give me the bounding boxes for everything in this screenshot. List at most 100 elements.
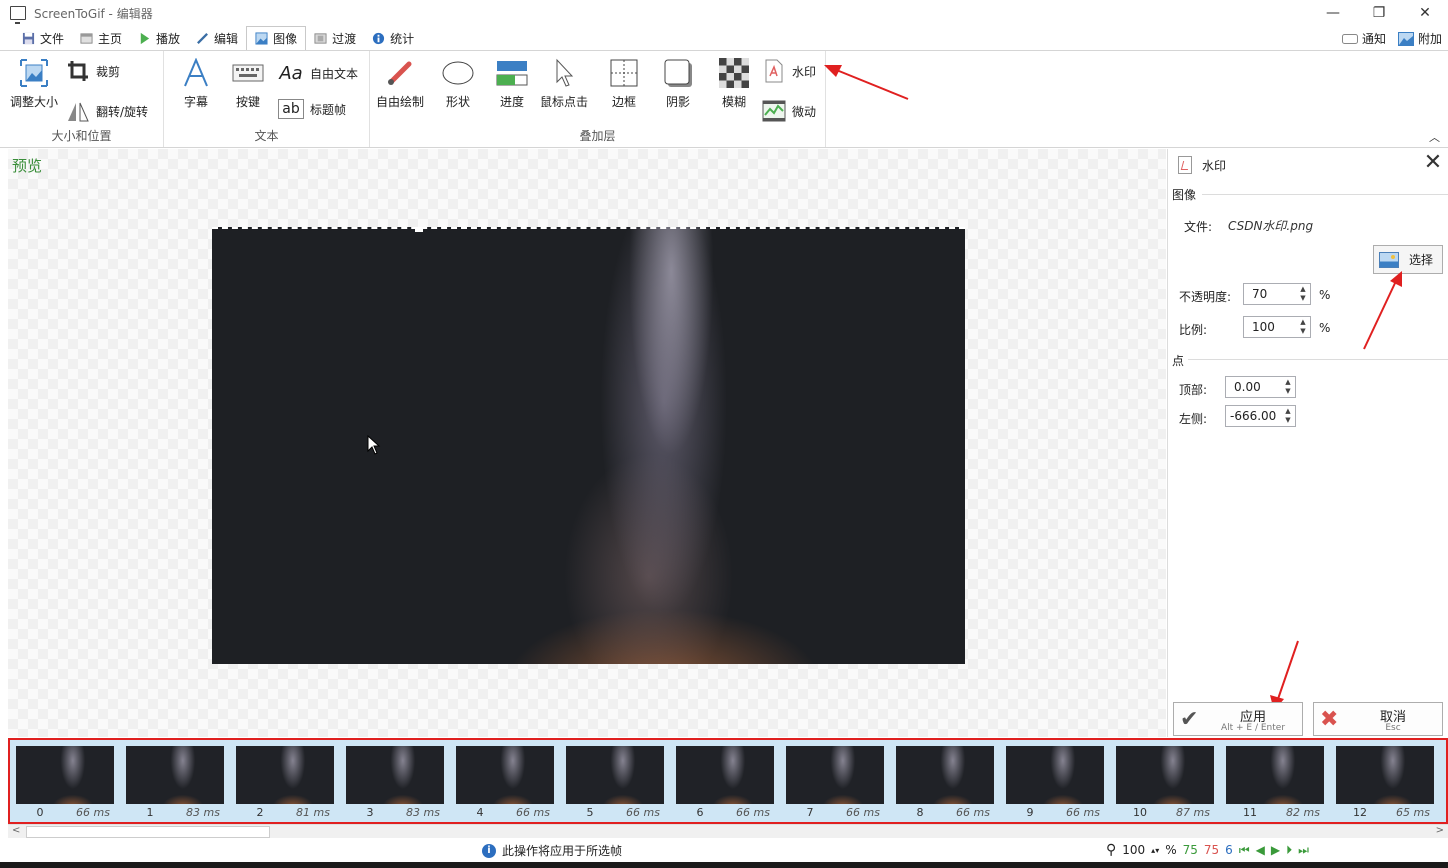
frame-thumbnail[interactable]: 5 66 ms <box>564 745 666 821</box>
scale-stepper[interactable]: 100 ▲ ▼ <box>1243 316 1311 338</box>
watermark-label: 水印 <box>792 64 817 79</box>
apply-button[interactable]: ✔ 应用 Alt + E / Enter <box>1173 702 1303 736</box>
stepper-arrows-icon[interactable]: ▲ ▼ <box>1281 377 1295 397</box>
stepper-arrows-icon[interactable]: ▲ ▼ <box>1296 284 1310 304</box>
tab-home[interactable]: 主页 <box>72 27 130 50</box>
previous-frame-icon[interactable]: ◀ <box>1256 843 1265 857</box>
caption-button[interactable]: 字幕 <box>180 57 212 110</box>
frame-number: 7 <box>806 806 814 819</box>
shadow-icon <box>662 57 694 89</box>
frame-number: 0 <box>36 806 44 819</box>
frame-thumbnail[interactable]: 9 66 ms <box>1004 745 1106 821</box>
frame-thumbnail[interactable]: 4 66 ms <box>454 745 556 821</box>
opacity-label: 不透明度: <box>1179 290 1232 304</box>
ribbon-tabs: 文件 主页 播放 编辑 图像 过渡 统计 通知 附加 <box>0 26 1448 50</box>
top-stepper[interactable]: 0.00 ▲ ▼ <box>1225 376 1296 398</box>
point-section-title: 点 <box>1172 354 1185 368</box>
title-frame-button[interactable]: ab 标题帧 <box>278 99 346 119</box>
watermark-button[interactable]: 水印 <box>762 59 816 83</box>
left-stepper[interactable]: -666.00 ▲ ▼ <box>1225 405 1296 427</box>
frame-image <box>1226 746 1324 804</box>
stepper-arrows-icon[interactable]: ▲ ▼ <box>1281 406 1295 426</box>
frame-thumbnail[interactable]: 2 81 ms <box>234 745 336 821</box>
frame-number: 1 <box>146 806 154 819</box>
notifications-button[interactable]: 通知 <box>1341 30 1386 47</box>
restore-button[interactable]: ❐ <box>1356 0 1402 26</box>
frame-thumbnail[interactable]: 3 83 ms <box>344 745 446 821</box>
preview-area[interactable]: 预览 <box>8 149 1166 737</box>
frame-delay: 87 ms <box>1176 806 1210 819</box>
frame-thumbnail[interactable]: 11 82 ms <box>1224 745 1326 821</box>
cancel-button[interactable]: ✖ 取消 Esc <box>1313 702 1443 736</box>
tab-edit[interactable]: 编辑 <box>188 27 246 50</box>
frame-thumbnail[interactable]: 0 66 ms <box>14 745 116 821</box>
tab-file[interactable]: 文件 <box>14 27 72 50</box>
crop-button[interactable]: 裁剪 <box>66 59 120 83</box>
tab-play[interactable]: 播放 <box>130 27 188 50</box>
zoom-stepper-icon[interactable]: ▴▾ <box>1151 846 1159 855</box>
tab-label: 文件 <box>40 32 65 46</box>
shape-button[interactable]: 形状 <box>442 57 474 110</box>
next-frame-icon[interactable]: ⏵ <box>1286 843 1292 858</box>
frame-image <box>346 746 444 804</box>
frame-thumbnail[interactable]: 7 66 ms <box>784 745 886 821</box>
frame-number: 4 <box>476 806 484 819</box>
frame-strip[interactable]: 0 66 ms 1 83 ms 2 81 ms 3 83 ms 4 66 ms 5 66 ms 6 66 … <box>8 738 1448 824</box>
last-frame-icon[interactable]: ⏭ <box>1298 843 1309 858</box>
zoom-value[interactable]: 100 <box>1122 843 1145 857</box>
tab-statistics[interactable]: 统计 <box>364 27 422 50</box>
stepper-arrows-icon[interactable]: ▲ ▼ <box>1296 317 1310 337</box>
border-icon <box>608 57 640 89</box>
keystrokes-button[interactable]: 按键 <box>232 57 264 110</box>
first-frame-icon[interactable]: ⏮ <box>1239 843 1250 858</box>
minimize-button[interactable]: — <box>1310 0 1356 26</box>
resize-handle[interactable] <box>415 227 423 232</box>
group-label-overlay: 叠加层 <box>579 129 616 143</box>
addon-button[interactable]: 附加 <box>1397 30 1442 47</box>
frame-image <box>1116 746 1214 804</box>
scroll-thumb[interactable] <box>26 826 270 838</box>
shadow-button[interactable]: 阴影 <box>662 57 694 110</box>
flip-rotate-button[interactable]: 翻转/旋转 <box>66 99 148 123</box>
tab-transition[interactable]: 过渡 <box>306 27 364 50</box>
frame-thumbnail[interactable]: 12 65 ms <box>1334 745 1436 821</box>
frame-count-selected: 75 <box>1203 843 1220 857</box>
frame-delay: 66 ms <box>516 806 550 819</box>
free-drawing-button[interactable]: 自由绘制 <box>376 57 424 110</box>
resize-icon <box>18 57 50 89</box>
play-icon[interactable]: ▶ <box>1271 843 1280 857</box>
frame-delay: 66 ms <box>736 806 770 819</box>
frame-thumbnail[interactable]: 10 87 ms <box>1114 745 1216 821</box>
keystrokes-label: 按键 <box>235 95 260 109</box>
brush-icon <box>384 57 416 89</box>
cinemagraph-button[interactable]: 微动 <box>762 99 816 123</box>
free-text-button[interactable]: Aa 自由文本 <box>278 61 358 85</box>
tab-image[interactable]: 图像 <box>246 26 307 50</box>
caption-icon <box>180 57 212 89</box>
close-window-button[interactable]: ✕ <box>1402 0 1448 26</box>
divider <box>1202 194 1448 195</box>
flip-icon <box>66 99 90 123</box>
scroll-right-icon[interactable]: > <box>1436 825 1444 836</box>
progress-button[interactable]: 进度 <box>496 57 528 110</box>
blur-button[interactable]: 模糊 <box>718 57 750 110</box>
frame-canvas[interactable] <box>212 227 965 664</box>
close-panel-button[interactable]: ✕ <box>1422 152 1444 175</box>
border-button[interactable]: 边框 <box>608 57 640 110</box>
frame-thumbnail[interactable]: 1 83 ms <box>124 745 226 821</box>
scroll-left-icon[interactable]: < <box>12 825 20 836</box>
mouse-click-button[interactable]: 鼠标点击 <box>540 57 588 110</box>
top-label: 顶部: <box>1179 383 1208 397</box>
notifications-label: 通知 <box>1361 32 1386 46</box>
zoom-unit: % <box>1165 843 1177 857</box>
group-label-text: 文本 <box>254 129 279 143</box>
image-icon <box>255 32 268 45</box>
frame-strip-scrollbar[interactable]: < > <box>8 824 1448 838</box>
collapse-ribbon-icon[interactable]: ︿ <box>1429 129 1440 145</box>
opacity-stepper[interactable]: 70 ▲ ▼ <box>1243 283 1311 305</box>
divider <box>1188 359 1448 360</box>
frame-thumbnail[interactable]: 8 66 ms <box>894 745 996 821</box>
tab-label: 播放 <box>156 32 181 46</box>
resize-button[interactable]: 调整大小 <box>10 57 58 110</box>
frame-thumbnail[interactable]: 6 66 ms <box>674 745 776 821</box>
